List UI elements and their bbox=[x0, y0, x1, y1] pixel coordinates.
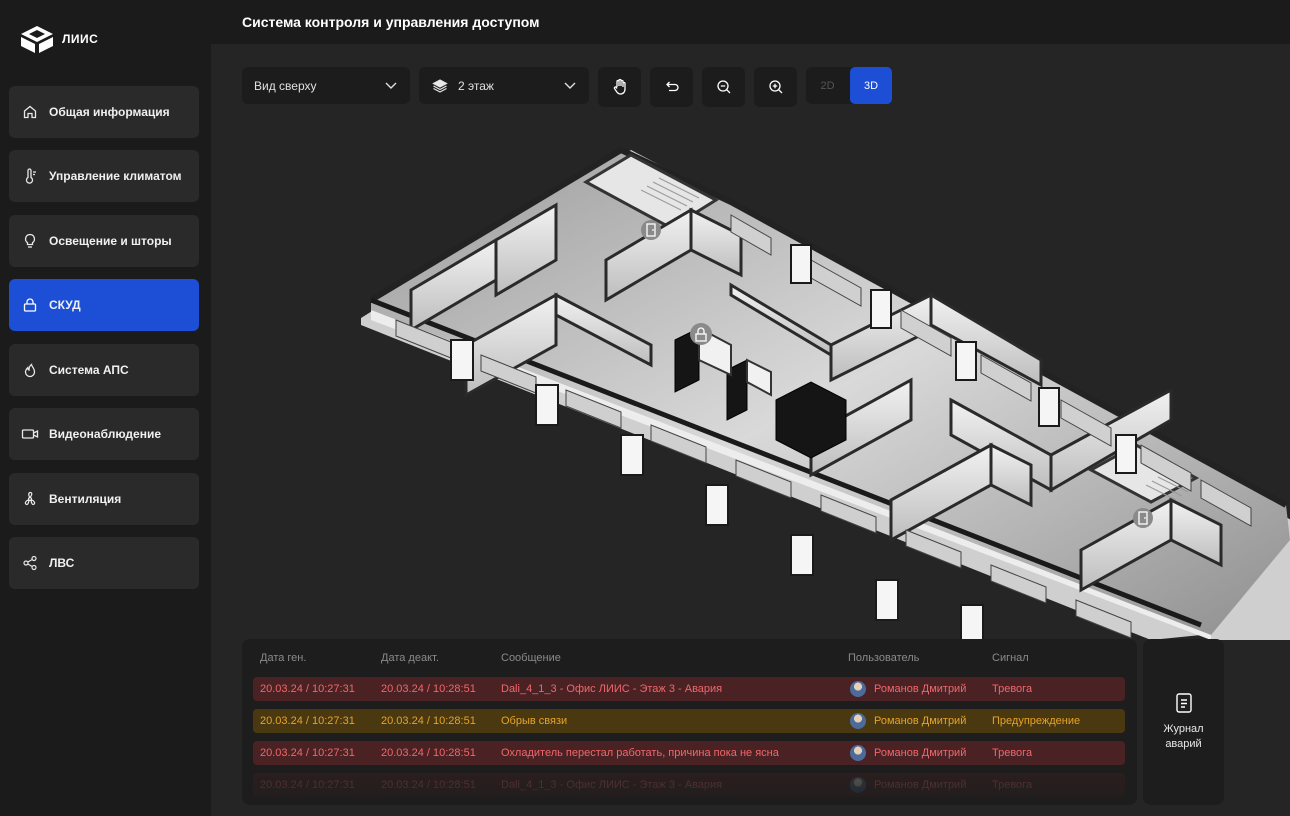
sidebar-item-fire-alarm[interactable]: Система АПС bbox=[9, 344, 199, 396]
page-header: Система контроля и управления доступом bbox=[211, 0, 1290, 44]
floor-plan-3d[interactable] bbox=[211, 110, 1290, 641]
cell-user: Романов Дмитрий bbox=[874, 683, 967, 695]
cell-message: Охладитель перестал работать, причина по… bbox=[501, 747, 779, 759]
cell-date-gen: 20.03.24 / 10:27:31 bbox=[260, 747, 355, 759]
sidebar-item-label: Управление климатом bbox=[49, 169, 182, 183]
alarm-journal-label: Журнал аварий bbox=[1163, 723, 1204, 750]
sidebar-item-access-control[interactable]: СКУД bbox=[9, 279, 199, 331]
cell-date-gen: 20.03.24 / 10:27:31 bbox=[260, 779, 355, 791]
zoom-out-icon bbox=[716, 80, 730, 94]
column-header[interactable]: Пользователь bbox=[848, 652, 919, 664]
undo-button[interactable] bbox=[650, 67, 693, 107]
network-icon bbox=[21, 554, 39, 572]
lock-icon bbox=[21, 296, 39, 314]
sidebar-item-video[interactable]: Видеонаблюдение bbox=[9, 408, 199, 460]
sidebar-item-label: Вентиляция bbox=[49, 492, 122, 506]
door-marker[interactable] bbox=[1133, 508, 1153, 528]
zoom-in-icon bbox=[768, 80, 782, 94]
avatar bbox=[850, 777, 866, 793]
floor-plan-render bbox=[361, 146, 1290, 641]
zoom-in-button[interactable] bbox=[754, 67, 797, 107]
sidebar-item-general[interactable]: Общая информация bbox=[9, 86, 199, 138]
chevron-down-icon bbox=[564, 82, 576, 89]
table-row[interactable]: 20.03.24 / 10:27:31 20.03.24 / 10:28:51 … bbox=[253, 741, 1125, 765]
sidebar-item-ventilation[interactable]: Вентиляция bbox=[9, 473, 199, 525]
cell-signal: Тревога bbox=[992, 747, 1033, 759]
sidebar-item-climate[interactable]: Управление климатом bbox=[9, 150, 199, 202]
page-title: Система контроля и управления доступом bbox=[242, 14, 540, 30]
table-row[interactable]: 20.03.24 / 10:27:31 20.03.24 / 10:28:51 … bbox=[253, 773, 1125, 797]
view-select-value: Вид сверху bbox=[254, 78, 317, 93]
layers-icon bbox=[432, 78, 448, 93]
view-mode-toggle: 2D 3D bbox=[806, 67, 892, 104]
sidebar-item-lighting[interactable]: Освещение и шторы bbox=[9, 215, 199, 267]
sidebar-item-label: Освещение и шторы bbox=[49, 234, 172, 248]
sidebar-item-label: Общая информация bbox=[49, 105, 170, 119]
door-marker[interactable] bbox=[641, 220, 661, 240]
logo[interactable]: ЛИИС bbox=[18, 24, 98, 54]
cell-message: Dali_4_1_3 - Офис ЛИИС - Этаж 3 - Авария bbox=[501, 779, 723, 791]
alarm-table: Дата ген. Дата деакт. Сообщение Пользова… bbox=[242, 639, 1137, 805]
camera-icon bbox=[21, 425, 39, 443]
logo-text: ЛИИС bbox=[62, 32, 99, 46]
alarm-journal-button[interactable]: Журнал аварий bbox=[1143, 639, 1224, 805]
floor-select[interactable]: 2 этаж bbox=[419, 67, 589, 104]
floor-select-value: 2 этаж bbox=[458, 78, 494, 93]
sidebar-item-label: ЛВС bbox=[49, 556, 75, 570]
column-header[interactable]: Сигнал bbox=[992, 652, 1029, 664]
cell-date-deact: 20.03.24 / 10:28:51 bbox=[381, 779, 476, 791]
avatar bbox=[850, 745, 866, 761]
cell-message: Обрыв связи bbox=[501, 715, 568, 727]
document-icon bbox=[1175, 693, 1192, 713]
thermometer-icon bbox=[21, 167, 39, 185]
sidebar: ЛИИС Общая информация Управление климато… bbox=[0, 0, 211, 816]
cell-signal: Предупреждение bbox=[992, 715, 1081, 727]
cell-message: Dali_4_1_3 - Офис ЛИИС - Этаж 3 - Авария bbox=[501, 683, 723, 695]
sidebar-item-label: СКУД bbox=[49, 298, 81, 312]
sidebar-item-label: Видеонаблюдение bbox=[49, 427, 162, 441]
logo-icon bbox=[21, 26, 53, 53]
cell-signal: Тревога bbox=[992, 779, 1033, 791]
pan-tool-button[interactable] bbox=[598, 67, 641, 107]
avatar bbox=[850, 713, 866, 729]
lightbulb-icon bbox=[21, 232, 39, 250]
column-header[interactable]: Сообщение bbox=[501, 652, 561, 664]
cell-date-gen: 20.03.24 / 10:27:31 bbox=[260, 683, 355, 695]
fan-icon bbox=[21, 490, 39, 508]
cell-date-deact: 20.03.24 / 10:28:51 bbox=[381, 683, 476, 695]
home-icon bbox=[21, 103, 39, 121]
sidebar-item-label: Система АПС bbox=[49, 363, 129, 377]
column-header[interactable]: Дата деакт. bbox=[381, 652, 439, 664]
undo-icon bbox=[665, 81, 679, 92]
mode-2d-button[interactable]: 2D bbox=[806, 67, 849, 104]
cell-user: Романов Дмитрий bbox=[874, 715, 967, 727]
avatar bbox=[850, 681, 866, 697]
view-select[interactable]: Вид сверху bbox=[242, 67, 410, 104]
table-row[interactable]: 20.03.24 / 10:27:31 20.03.24 / 10:28:51 … bbox=[253, 677, 1125, 701]
sidebar-item-lan[interactable]: ЛВС bbox=[9, 537, 199, 589]
mode-3d-button[interactable]: 3D bbox=[850, 67, 892, 104]
cell-date-deact: 20.03.24 / 10:28:51 bbox=[381, 747, 476, 759]
cell-signal: Тревога bbox=[992, 683, 1033, 695]
cell-user: Романов Дмитрий bbox=[874, 747, 967, 759]
hand-icon bbox=[613, 78, 626, 95]
cell-date-gen: 20.03.24 / 10:27:31 bbox=[260, 715, 355, 727]
fire-icon bbox=[21, 361, 39, 379]
cell-user: Романов Дмитрий bbox=[874, 779, 967, 791]
chevron-down-icon bbox=[385, 82, 397, 89]
column-header[interactable]: Дата ген. bbox=[260, 652, 306, 664]
zoom-out-button[interactable] bbox=[702, 67, 745, 107]
cell-date-deact: 20.03.24 / 10:28:51 bbox=[381, 715, 476, 727]
lock-marker[interactable] bbox=[690, 323, 712, 345]
table-row[interactable]: 20.03.24 / 10:27:31 20.03.24 / 10:28:51 … bbox=[253, 709, 1125, 733]
